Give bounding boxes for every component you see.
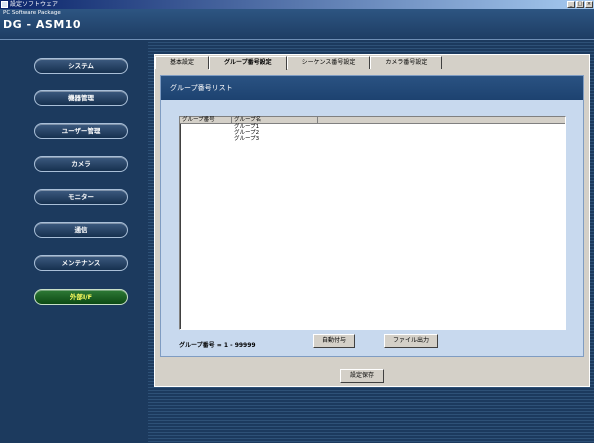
list-item[interactable]: グループ3	[234, 136, 565, 142]
app-icon	[1, 1, 8, 8]
window-controls: _ □ ×	[567, 1, 593, 8]
tab-group-number-settings[interactable]: グループ番号設定	[209, 56, 287, 70]
tab-camera-number-settings[interactable]: カメラ番号設定	[370, 56, 443, 69]
sidebar-item-communication[interactable]: 通信	[34, 222, 128, 238]
sidebar-item-user-management[interactable]: ユーザー管理	[34, 123, 128, 139]
column-header-group-name[interactable]: グループ名	[232, 117, 318, 124]
app-subtitle: PC Software Package	[3, 10, 61, 16]
tab-sequence-number-settings[interactable]: シーケンス番号設定	[286, 56, 371, 69]
auto-assign-button[interactable]: 自動付与	[313, 334, 355, 348]
sidebar-item-monitor[interactable]: モニター	[34, 189, 128, 205]
sidebar: システム 機器管理 ユーザー管理 カメラ モニター 通信 メンテナンス 外部I/…	[0, 40, 148, 443]
window-titlebar: 設定ソフトウェア _ □ ×	[0, 0, 594, 9]
sidebar-item-camera[interactable]: カメラ	[34, 156, 128, 172]
minimize-button[interactable]: _	[567, 1, 575, 8]
column-header-group-number[interactable]: グループ番号	[180, 117, 232, 124]
maximize-button[interactable]: □	[576, 1, 584, 8]
tab-bar: 基本設定 グループ番号設定 シーケンス番号設定 カメラ番号設定	[155, 56, 443, 70]
group-number-range: グループ番号 = 1 - 99999	[179, 342, 256, 349]
close-button[interactable]: ×	[585, 1, 593, 8]
tab-basic-settings[interactable]: 基本設定	[155, 56, 210, 69]
group-list-panel: グループ番号リスト グループ番号 グループ名 グループ1 グループ2 グループ3…	[160, 75, 584, 357]
sidebar-item-system[interactable]: システム	[34, 58, 128, 74]
save-settings-button[interactable]: 設定保存	[340, 369, 384, 383]
sidebar-item-maintenance[interactable]: メンテナンス	[34, 255, 128, 271]
sidebar-item-external-if[interactable]: 外部I/F	[34, 289, 128, 305]
list-header: グループ番号 グループ名	[180, 117, 565, 124]
window-title: 設定ソフトウェア	[10, 1, 59, 8]
column-header-filler	[318, 117, 565, 124]
sidebar-item-device-management[interactable]: 機器管理	[34, 90, 128, 106]
list-rows: グループ1 グループ2 グループ3	[180, 124, 565, 142]
group-list[interactable]: グループ番号 グループ名 グループ1 グループ2 グループ3	[179, 116, 566, 330]
app-header: PC Software Package DG - ASM10	[0, 9, 594, 40]
file-export-button[interactable]: ファイル出力	[384, 334, 438, 348]
app-model-name: DG - ASM10	[3, 18, 82, 31]
panel-heading: グループ番号リスト	[161, 76, 583, 100]
